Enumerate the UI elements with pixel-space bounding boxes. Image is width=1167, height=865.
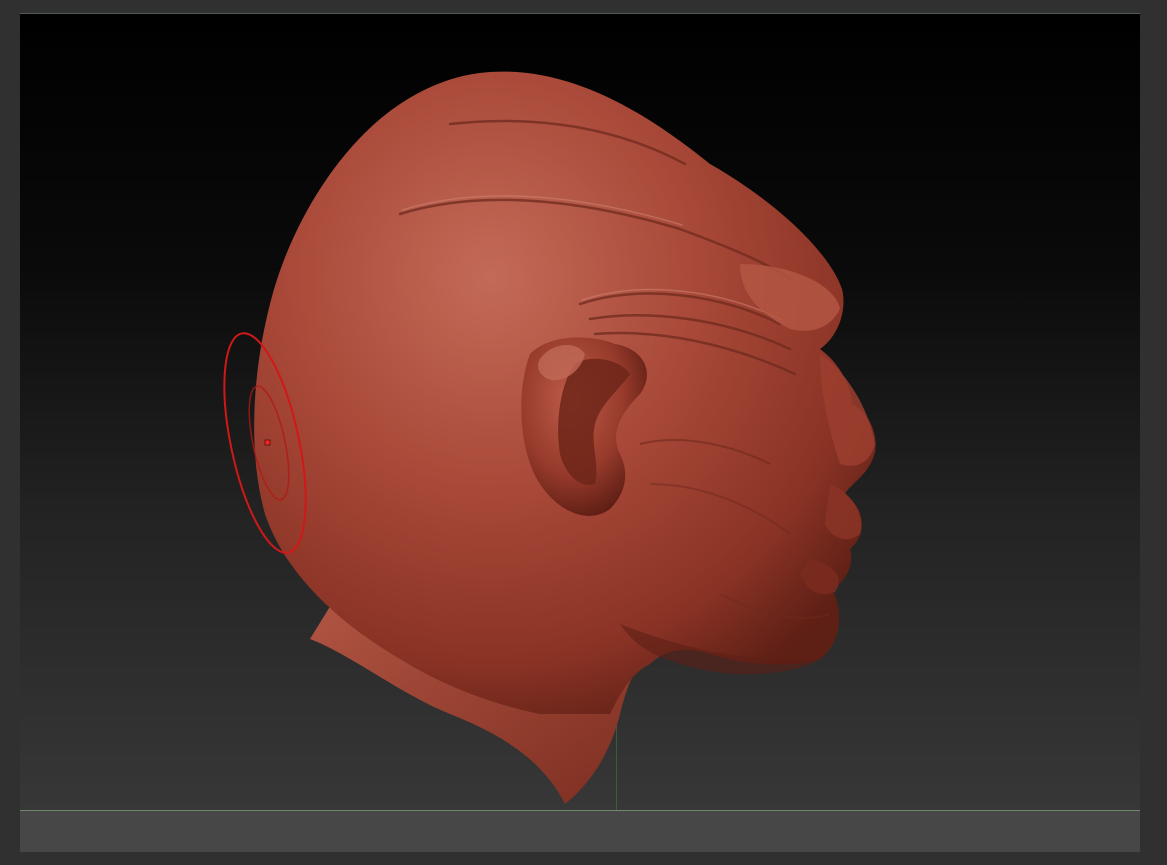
sculpting-app xyxy=(0,0,1167,865)
brush-cursor[interactable] xyxy=(20,14,1140,852)
brush-center-point xyxy=(264,439,271,446)
document-canvas[interactable] xyxy=(20,13,1140,852)
